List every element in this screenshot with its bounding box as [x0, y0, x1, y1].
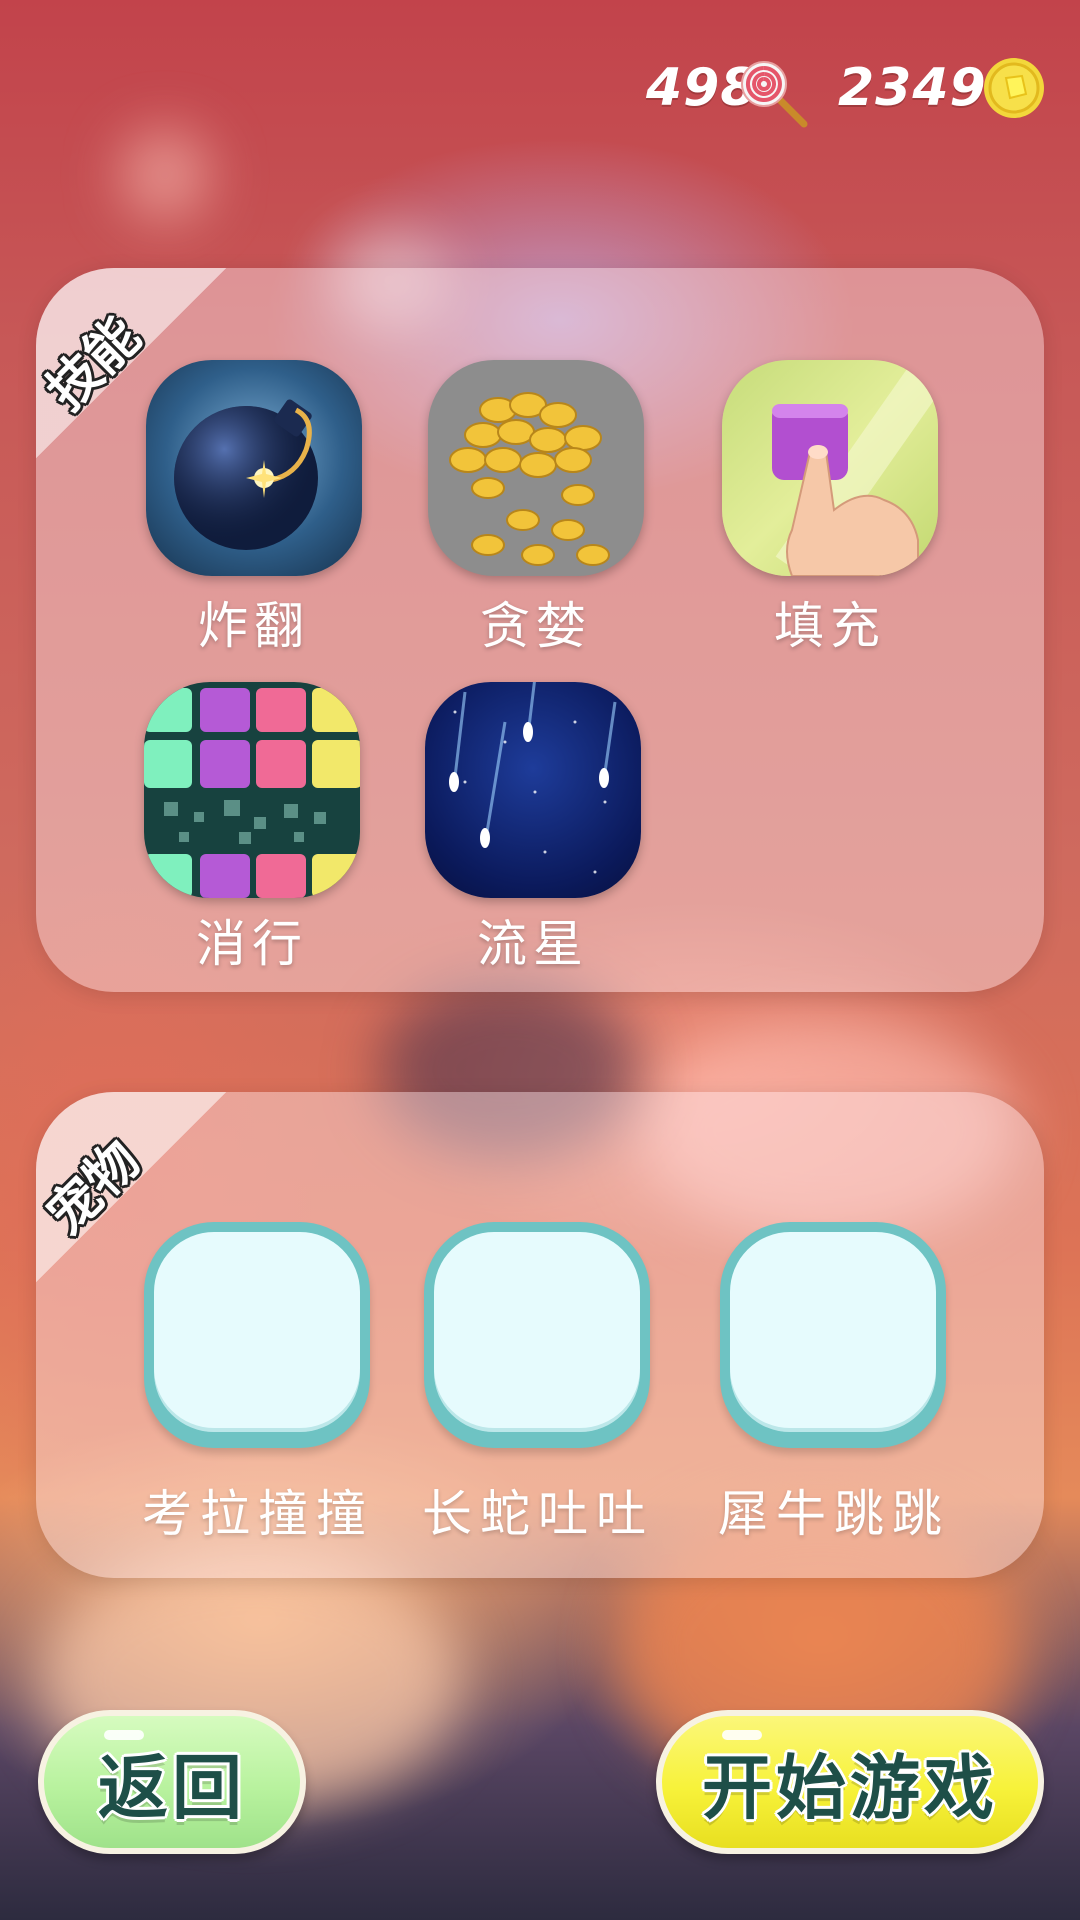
- back-button-label: 返回: [98, 1746, 246, 1829]
- pet-slot-snake[interactable]: [424, 1222, 650, 1448]
- coin-icon: [982, 56, 1046, 120]
- start-game-button[interactable]: 开始游戏: [656, 1710, 1044, 1854]
- skill-greed-label: 贪婪: [480, 597, 592, 655]
- pet-snake-label: 长蛇吐吐: [422, 1485, 654, 1543]
- pet-rhino-label: 犀牛跳跳: [718, 1485, 950, 1543]
- pets-panel: 宠物 考拉撞撞 长蛇吐吐 犀牛跳跳: [36, 1092, 1044, 1578]
- block-grid-clear-icon: [144, 688, 360, 898]
- skill-clear-line[interactable]: [144, 682, 360, 898]
- bomb-icon: [174, 399, 318, 550]
- skill-bomb-label: 炸翻: [198, 597, 310, 655]
- skill-greed[interactable]: [428, 360, 644, 576]
- start-game-button-label: 开始游戏: [702, 1746, 998, 1829]
- skill-meteor[interactable]: [425, 682, 641, 898]
- lollipop-icon: [738, 58, 808, 128]
- skill-bomb[interactable]: [146, 360, 362, 576]
- skill-fill-label: 填充: [774, 597, 886, 655]
- skills-panel: 技能 炸翻 贪婪 填充 消行 流星: [36, 268, 1044, 992]
- pet-slot-rhino[interactable]: [720, 1222, 946, 1448]
- back-button[interactable]: 返回: [38, 1710, 306, 1854]
- pet-koala-label: 考拉撞撞: [142, 1485, 374, 1543]
- skill-clear-line-label: 消行: [196, 915, 308, 973]
- meteor-shower-icon: [449, 682, 617, 874]
- pet-slot-koala[interactable]: [144, 1222, 370, 1448]
- gold-coins-icon: [449, 392, 610, 566]
- skill-fill[interactable]: [722, 360, 938, 576]
- skill-meteor-label: 流星: [477, 915, 589, 973]
- finger-tap-block-icon: [772, 360, 938, 576]
